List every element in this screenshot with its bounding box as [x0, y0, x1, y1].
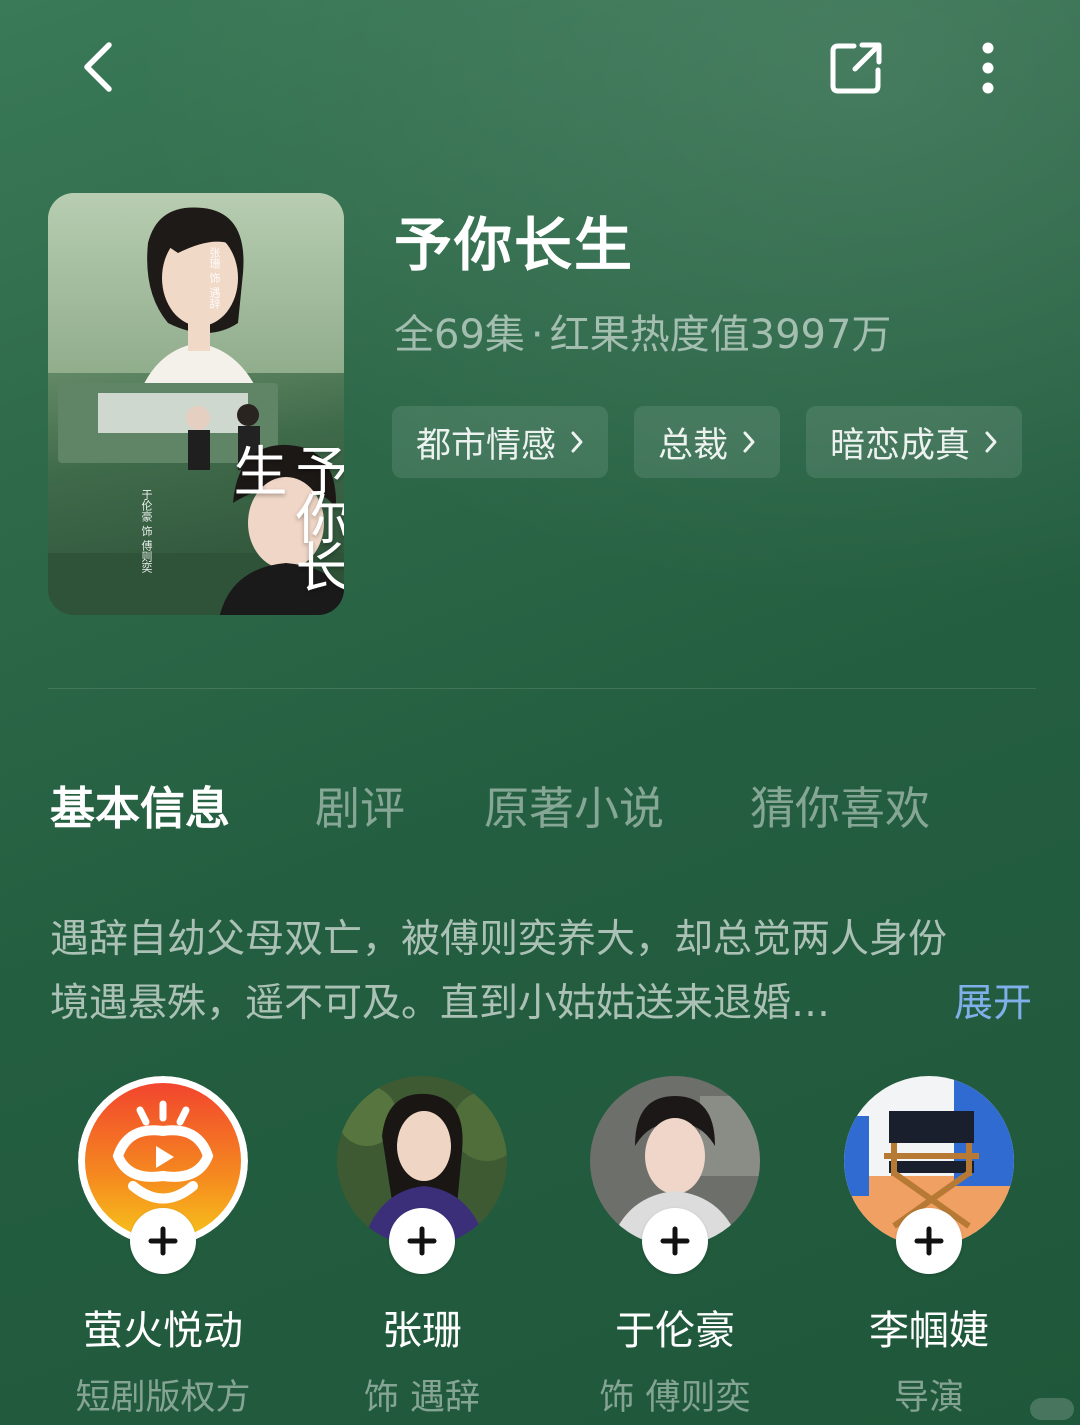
follow-button[interactable] — [896, 1208, 962, 1274]
share-icon — [830, 42, 882, 94]
tag-label: 总裁 — [658, 425, 729, 466]
plus-icon — [407, 1226, 437, 1256]
tab-bar: 基本信息 剧评 原著小说 猜你喜欢 — [50, 772, 1040, 842]
poster-image[interactable]: 予你长生 张珊 饰 遇辞 于伦豪 饰 傅则奕 — [48, 193, 344, 615]
follow-button[interactable] — [130, 1208, 196, 1274]
section-divider — [48, 688, 1036, 689]
tab-original-novel[interactable]: 原著小说 — [484, 772, 664, 837]
synopsis-line: 遇辞自幼父母双亡，被傅则奕养大，却总觉两人身份 — [50, 917, 948, 962]
follow-button[interactable] — [389, 1208, 455, 1274]
tag-chip[interactable]: 暗恋成真 — [806, 406, 1023, 478]
tag-chip[interactable]: 总裁 — [634, 406, 781, 478]
back-button[interactable] — [62, 32, 132, 102]
synopsis-line: 境遇悬殊，遥不可及。直到小姑姑送来退婚… — [50, 981, 831, 1026]
plus-icon — [148, 1226, 178, 1256]
tab-basic-info[interactable]: 基本信息 — [50, 772, 230, 837]
meta-separator: · — [530, 312, 544, 358]
tab-recommendations[interactable]: 猜你喜欢 — [750, 772, 930, 837]
cast-role: 饰 遇辞 — [363, 1378, 481, 1418]
genre-tags: 都市情感 总裁 暗恋成真 — [392, 406, 1023, 478]
popularity-value: 红果热度值3997万 — [549, 312, 892, 358]
expand-button[interactable]: 展开 — [954, 972, 1032, 1028]
cast-item[interactable]: 李帼婕 导演 — [804, 1074, 1054, 1425]
cast-list: 萤火悦动 短剧版权方 张珊 饰 遇辞 于伦豪 饰 傅则奕 李帼婕 导演 — [0, 1074, 1080, 1425]
chevron-right-icon — [985, 431, 997, 453]
episode-count: 全69集 — [394, 312, 525, 358]
cast-role: 饰 傅则奕 — [599, 1378, 751, 1418]
tag-label: 暗恋成真 — [830, 425, 971, 466]
cast-item[interactable]: 萤火悦动 短剧版权方 — [38, 1074, 288, 1425]
show-title: 予你长生 — [394, 211, 635, 279]
plus-icon — [660, 1226, 690, 1256]
tag-chip[interactable]: 都市情感 — [392, 406, 609, 478]
chevron-left-icon — [84, 42, 112, 92]
plus-icon — [914, 1226, 944, 1256]
cast-role: 短剧版权方 — [75, 1378, 251, 1418]
tab-reviews[interactable]: 剧评 — [315, 772, 405, 837]
poster-title-text: 予你长生 — [224, 443, 344, 587]
cast-name: 于伦豪 — [615, 1308, 735, 1354]
avatar-wrap — [844, 1076, 1014, 1274]
avatar-wrap — [78, 1076, 248, 1274]
avatar-wrap — [590, 1076, 760, 1274]
cast-name: 张珊 — [382, 1308, 462, 1354]
cast-item[interactable]: 张珊 饰 遇辞 — [297, 1074, 547, 1425]
avatar-wrap — [337, 1076, 507, 1274]
top-bar — [0, 0, 1080, 140]
follow-button[interactable] — [642, 1208, 708, 1274]
cast-item[interactable]: 于伦豪 饰 傅则奕 — [550, 1074, 800, 1425]
poster-cast-top: 张珊 饰 遇辞 — [208, 247, 221, 309]
cast-name: 李帼婕 — [869, 1308, 989, 1354]
more-vertical-icon — [982, 42, 994, 94]
cast-role: 导演 — [893, 1378, 964, 1418]
chevron-right-icon — [743, 431, 755, 453]
chevron-right-icon — [571, 431, 583, 453]
watermark-badge — [1030, 1398, 1074, 1420]
show-meta: 全69集 · 红果热度值3997万 — [394, 302, 891, 360]
tag-label: 都市情感 — [416, 425, 557, 466]
cast-name: 萤火悦动 — [83, 1308, 243, 1354]
share-button[interactable] — [820, 32, 892, 104]
poster-cast-bottom: 于伦豪 饰 傅则奕 — [140, 489, 153, 573]
synopsis: 遇辞自幼父母双亡，被傅则奕养大，却总觉两人身份 境遇悬殊，遥不可及。直到小姑姑送… — [50, 908, 1040, 1036]
more-button[interactable] — [955, 32, 1021, 104]
